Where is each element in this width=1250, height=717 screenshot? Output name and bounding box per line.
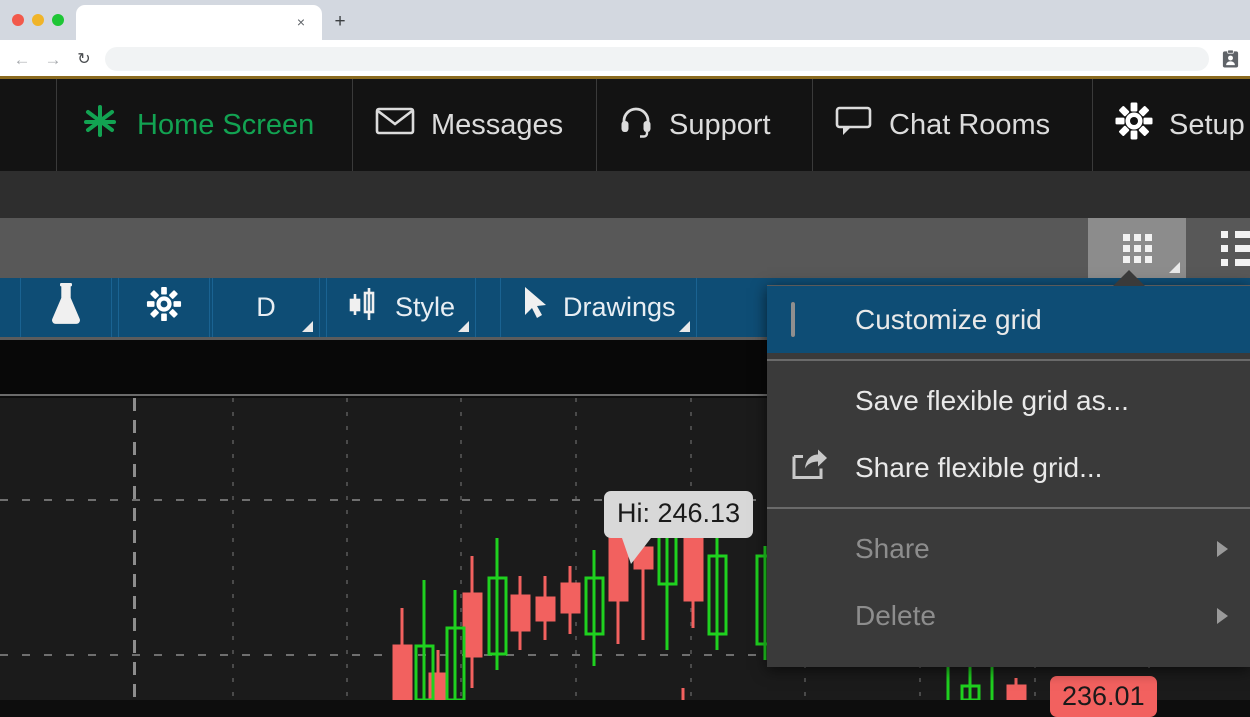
dropdown-corner-icon[interactable] — [678, 321, 690, 332]
reload-icon[interactable]: ↻ — [75, 51, 93, 69]
browser-tabstrip: × + — [0, 0, 1250, 40]
envelope-icon — [375, 106, 415, 144]
starburst-icon — [79, 100, 121, 150]
menu-item-share-flexible-grid[interactable]: Share flexible grid... — [767, 434, 1250, 501]
grid-layout-menu: Customize grid Save flexible grid as... … — [767, 285, 1250, 667]
tooltip-tail — [622, 538, 651, 564]
submenu-arrow-icon — [1217, 540, 1228, 557]
browser-toolbar: ← → ↻ — [0, 40, 1250, 78]
dropdown-corner-icon[interactable] — [458, 321, 470, 332]
nav-item-label: Home Screen — [137, 108, 315, 141]
chart-tool-label: D — [256, 292, 276, 322]
menu-item-label: Save flexible grid as... — [855, 384, 1129, 416]
speech-bubble-icon — [835, 105, 873, 145]
grid-3x3-icon — [1122, 233, 1152, 263]
last-price-badge: 236.01 — [1050, 676, 1157, 717]
menu-item-label: Customize grid — [855, 303, 1042, 335]
nav-item-label: Chat Rooms — [889, 108, 1051, 141]
window-close-button[interactable] — [12, 14, 24, 26]
nav-item-chat-rooms[interactable]: Chat Rooms — [812, 79, 1072, 171]
browser-chrome: × + ← → ↻ — [0, 0, 1250, 79]
window-minimize-button[interactable] — [32, 14, 44, 26]
menu-separator — [767, 507, 1250, 509]
cursor-arrow-icon — [521, 285, 549, 330]
forward-arrow-icon[interactable]: → — [44, 51, 62, 69]
nav-item-support[interactable]: Support — [596, 79, 793, 171]
chart-tool-settings[interactable] — [118, 278, 210, 337]
chart-tool-timeframe[interactable]: D — [212, 278, 320, 337]
new-tab-button[interactable]: + — [330, 12, 350, 33]
workspace-header-band — [0, 171, 1250, 218]
menu-item-customize-grid[interactable]: Customize grid — [767, 286, 1250, 353]
browser-tab[interactable]: × — [76, 5, 322, 40]
nav-item-setup[interactable]: Setup — [1092, 79, 1250, 171]
menu-item-label: Delete — [855, 599, 936, 631]
menu-item-save-flexible-grid-as[interactable]: Save flexible grid as... — [767, 367, 1250, 434]
chart-tool-studies[interactable] — [20, 278, 112, 337]
menu-item-label: Share flexible grid... — [855, 451, 1103, 483]
clipboard-badge-icon[interactable] — [1221, 49, 1240, 69]
chart-hi-tooltip-label: Hi: 246.13 — [617, 498, 741, 528]
chart-tool-label: Drawings — [563, 292, 676, 322]
layout-toolbar — [0, 218, 1250, 278]
nav-item-home-screen[interactable]: Home Screen — [56, 79, 336, 171]
checkbox-unchecked-icon[interactable] — [791, 301, 795, 337]
dropdown-corner-icon[interactable] — [1169, 262, 1180, 273]
chart-tool-label: Style — [395, 292, 456, 322]
share-arrow-icon — [791, 448, 829, 487]
chart-hi-tooltip: Hi: 246.13 — [604, 491, 754, 564]
chart-tool-style[interactable]: Style — [326, 278, 477, 337]
window-traffic-lights — [12, 14, 64, 26]
back-arrow-icon[interactable]: ← — [13, 51, 31, 69]
window-maximize-button[interactable] — [52, 14, 64, 26]
headset-icon — [619, 104, 653, 146]
menu-separator — [767, 359, 1250, 361]
list-rows-icon — [1221, 230, 1250, 266]
menu-item-delete: Delete — [767, 582, 1250, 649]
list-layout-button[interactable] — [1196, 218, 1250, 278]
menu-item-share: Share — [767, 515, 1250, 582]
submenu-arrow-icon — [1217, 607, 1228, 624]
last-price-label: 236.01 — [1062, 681, 1145, 711]
menu-caret-icon — [1113, 270, 1145, 286]
nav-item-label: Setup — [1169, 108, 1245, 141]
candlestick-icon — [347, 285, 381, 330]
nav-item-label: Messages — [431, 108, 564, 141]
close-icon[interactable]: × — [294, 15, 308, 30]
gear-icon — [146, 286, 182, 329]
address-input[interactable] — [105, 47, 1209, 71]
gear-icon — [1115, 102, 1153, 148]
nav-item-label: Support — [669, 108, 771, 141]
dropdown-corner-icon[interactable] — [302, 321, 313, 332]
chart-tool-drawings[interactable]: Drawings — [500, 278, 697, 337]
menu-item-label: Share — [855, 532, 930, 564]
app-top-navigation: Home Screen Messages Support Chat Rooms … — [0, 79, 1250, 171]
flask-icon — [49, 282, 83, 333]
grid-layout-button[interactable] — [1088, 218, 1186, 278]
address-bar[interactable] — [105, 47, 1209, 71]
nav-item-messages[interactable]: Messages — [352, 79, 585, 171]
